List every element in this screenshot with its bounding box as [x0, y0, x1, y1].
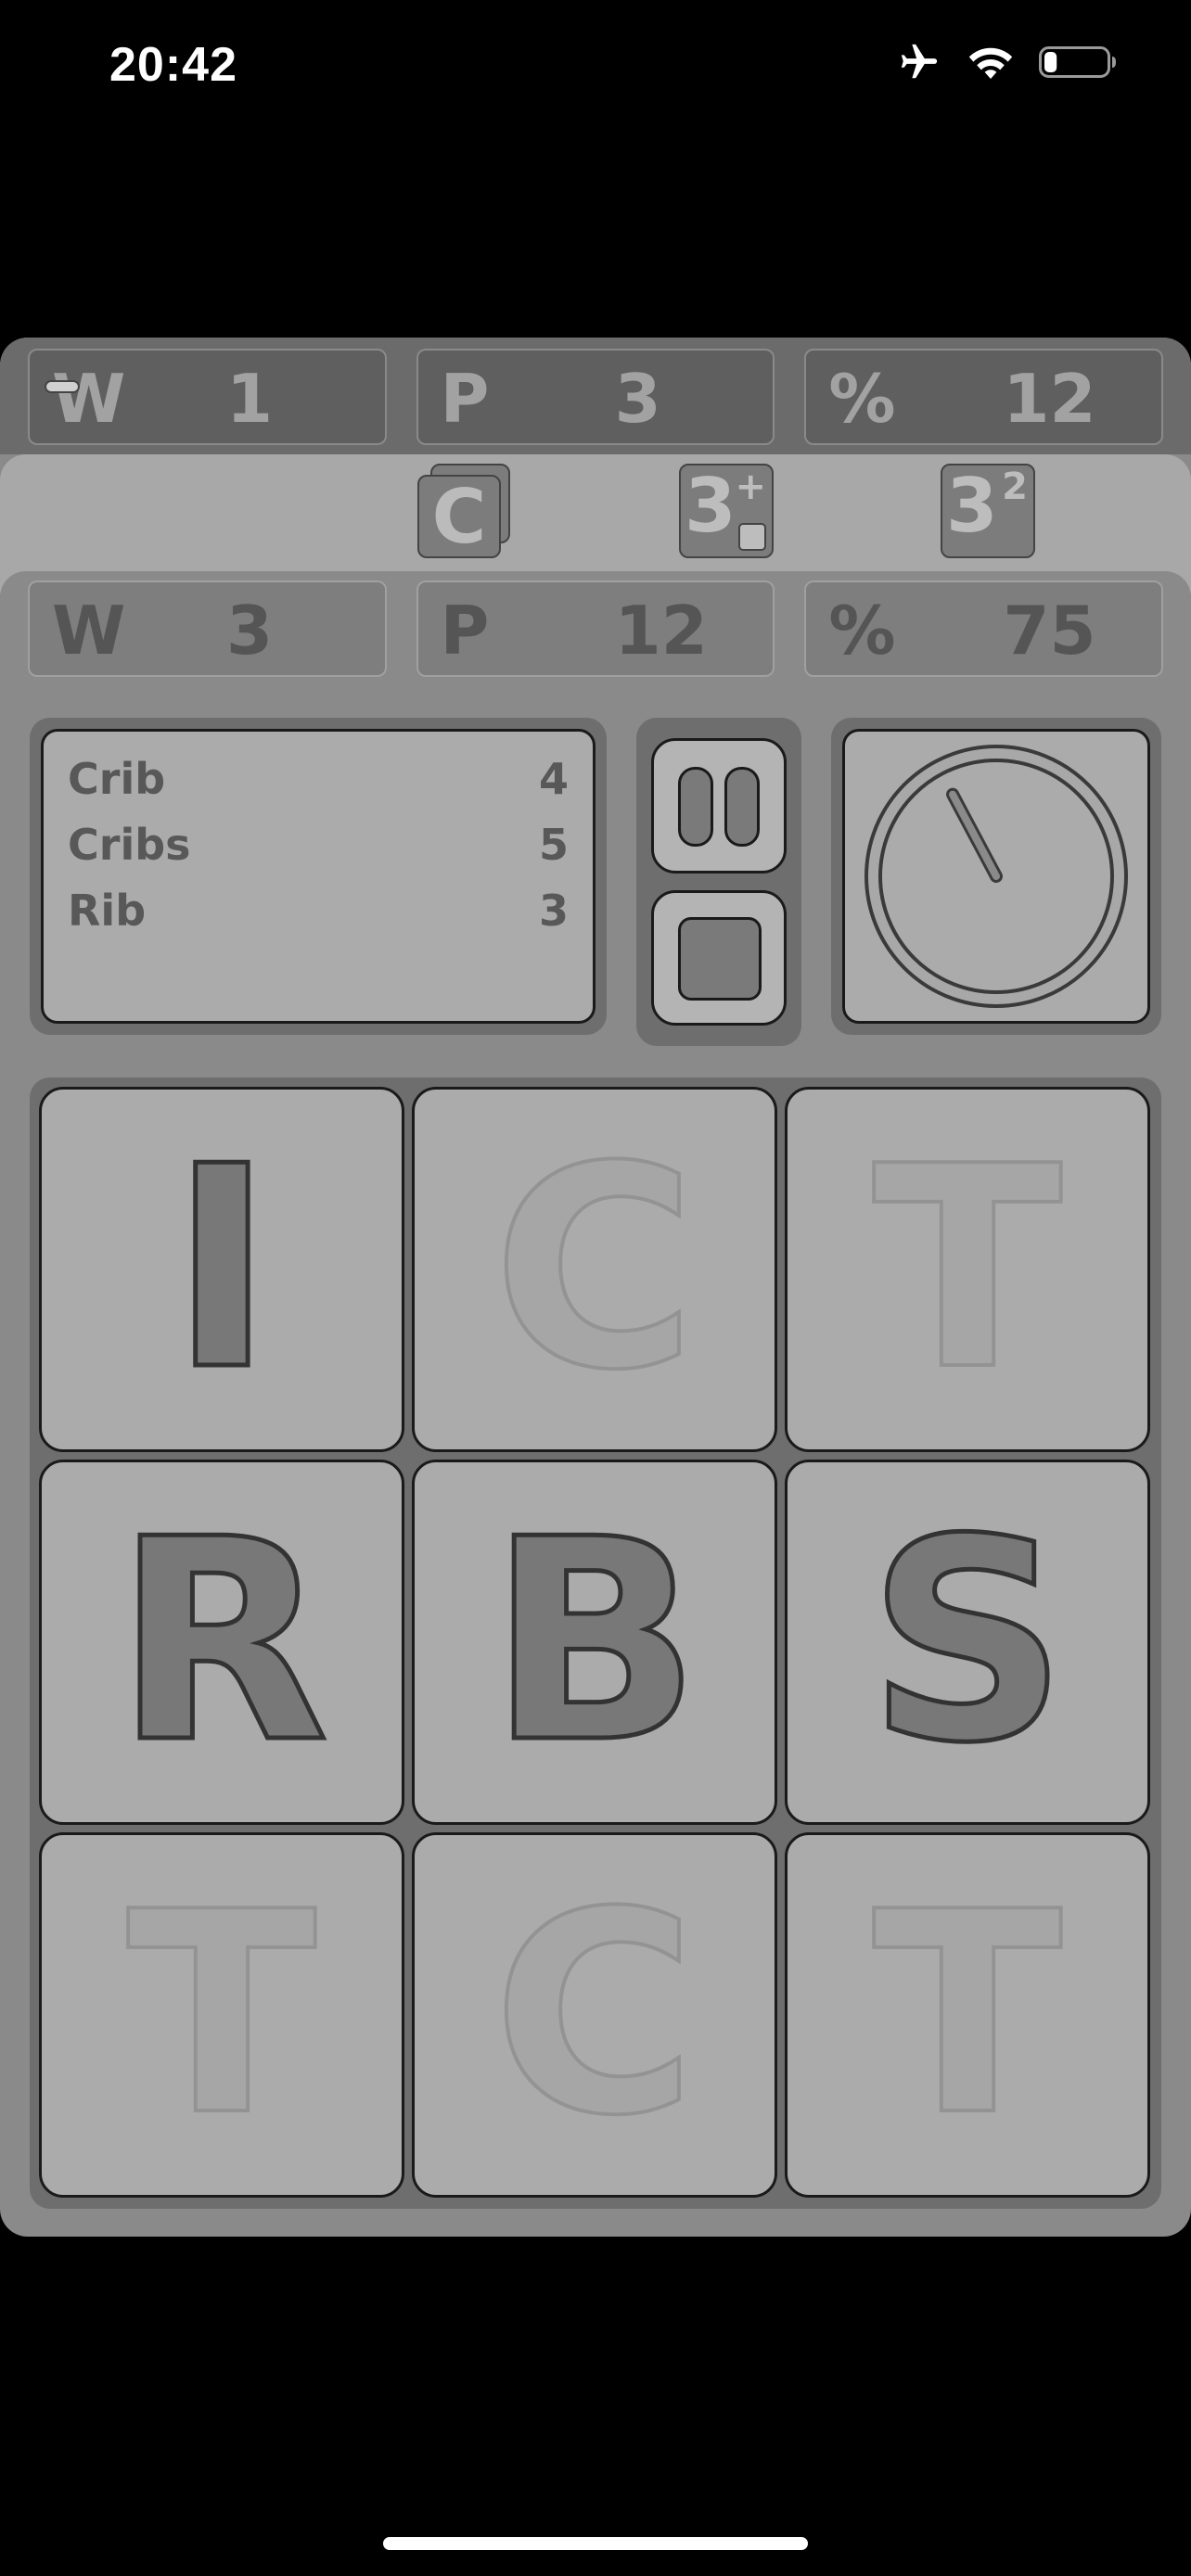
found-words-list[interactable]: Crib 4 Cribs 5 Rib 3: [41, 729, 596, 1024]
score-label: %: [828, 592, 896, 670]
score-value: 75: [1003, 592, 1096, 670]
letter-tile[interactable]: T: [785, 1832, 1150, 2198]
score-value: 1: [226, 360, 274, 438]
game-panel: W 1 P 3 % 12 C 3 + 3 2 W 3 P 12 % 75 Cri…: [0, 338, 1191, 2237]
score-value: 12: [614, 592, 708, 670]
pause-button[interactable]: [651, 738, 787, 874]
letter-tile[interactable]: T: [785, 1087, 1150, 1452]
three-plus-button[interactable]: 3 +: [679, 464, 774, 558]
airplane-icon: [901, 44, 938, 79]
letter-tile[interactable]: C: [412, 1832, 777, 2198]
tile-letter: B: [486, 1480, 703, 1804]
list-item: Cribs 5: [68, 812, 569, 878]
score-label: W: [52, 360, 126, 438]
stop-icon: [678, 917, 762, 1001]
word-points: 4: [538, 754, 569, 804]
score-points: P 12: [416, 580, 775, 677]
tile-letter: R: [112, 1480, 331, 1804]
control-panel: [636, 718, 801, 1046]
status-icons: [896, 41, 1117, 83]
status-time: 20:42: [109, 38, 237, 92]
copy-c-icon: C: [417, 475, 501, 558]
copy-button[interactable]: C: [417, 464, 512, 558]
tile-letter: T: [871, 1107, 1065, 1431]
score-label: %: [828, 360, 896, 438]
pause-icon: [678, 767, 713, 847]
score-label: W: [52, 592, 126, 670]
pause-icon: [724, 767, 760, 847]
letter-tile[interactable]: S: [785, 1460, 1150, 1825]
found-words-panel: Crib 4 Cribs 5 Rib 3: [30, 718, 607, 1035]
word-points: 5: [538, 820, 569, 870]
letter-board: ICTRBSTCT: [30, 1078, 1161, 2209]
tile-letter: C: [491, 1853, 698, 2176]
letter-tile[interactable]: I: [39, 1087, 404, 1452]
home-indicator[interactable]: [383, 2537, 808, 2550]
score-value: 3: [614, 360, 661, 438]
three-squared-button[interactable]: 3 2: [941, 464, 1035, 558]
tile-letter: I: [168, 1107, 276, 1431]
score-points: P 3: [416, 349, 775, 445]
tile-letter: T: [871, 1853, 1065, 2176]
current-score-row: W 3 P 12 % 75: [28, 580, 1164, 677]
battery-icon: [1039, 46, 1116, 78]
three-squared-sup: 2: [1002, 465, 1028, 508]
list-item: Crib 4: [68, 746, 569, 812]
word-text: Cribs: [68, 820, 191, 870]
score-label: P: [440, 592, 490, 670]
three-squared-base: 3: [946, 463, 998, 549]
word-text: Crib: [68, 754, 166, 804]
timer-clock-icon: [864, 745, 1128, 1008]
wifi-icon: [968, 47, 1013, 79]
three-plus-sup: +: [735, 465, 766, 508]
square-icon: [738, 523, 766, 551]
stop-button[interactable]: [651, 890, 787, 1026]
previous-score-row: W 1 P 3 % 12: [28, 349, 1164, 445]
timer-panel: [831, 718, 1161, 1035]
list-item: Rib 3: [68, 878, 569, 944]
score-value: 12: [1003, 360, 1096, 438]
tile-letter: S: [864, 1480, 1069, 1804]
letter-tile[interactable]: C: [412, 1087, 777, 1452]
score-percent: % 75: [804, 580, 1164, 677]
letter-tile[interactable]: R: [39, 1460, 404, 1825]
score-words: W 1: [28, 349, 387, 445]
score-label: P: [440, 360, 490, 438]
word-points: 3: [538, 886, 569, 936]
three-plus-base: 3: [685, 463, 736, 549]
letter-tile[interactable]: T: [39, 1832, 404, 2198]
score-percent: % 12: [804, 349, 1164, 445]
score-value: 3: [226, 592, 274, 670]
tile-letter: T: [125, 1853, 319, 2176]
word-text: Rib: [68, 886, 147, 936]
minus-icon: [45, 380, 80, 393]
tile-letter: C: [491, 1107, 698, 1431]
letter-tile[interactable]: B: [412, 1460, 777, 1825]
score-words: W 3: [28, 580, 387, 677]
